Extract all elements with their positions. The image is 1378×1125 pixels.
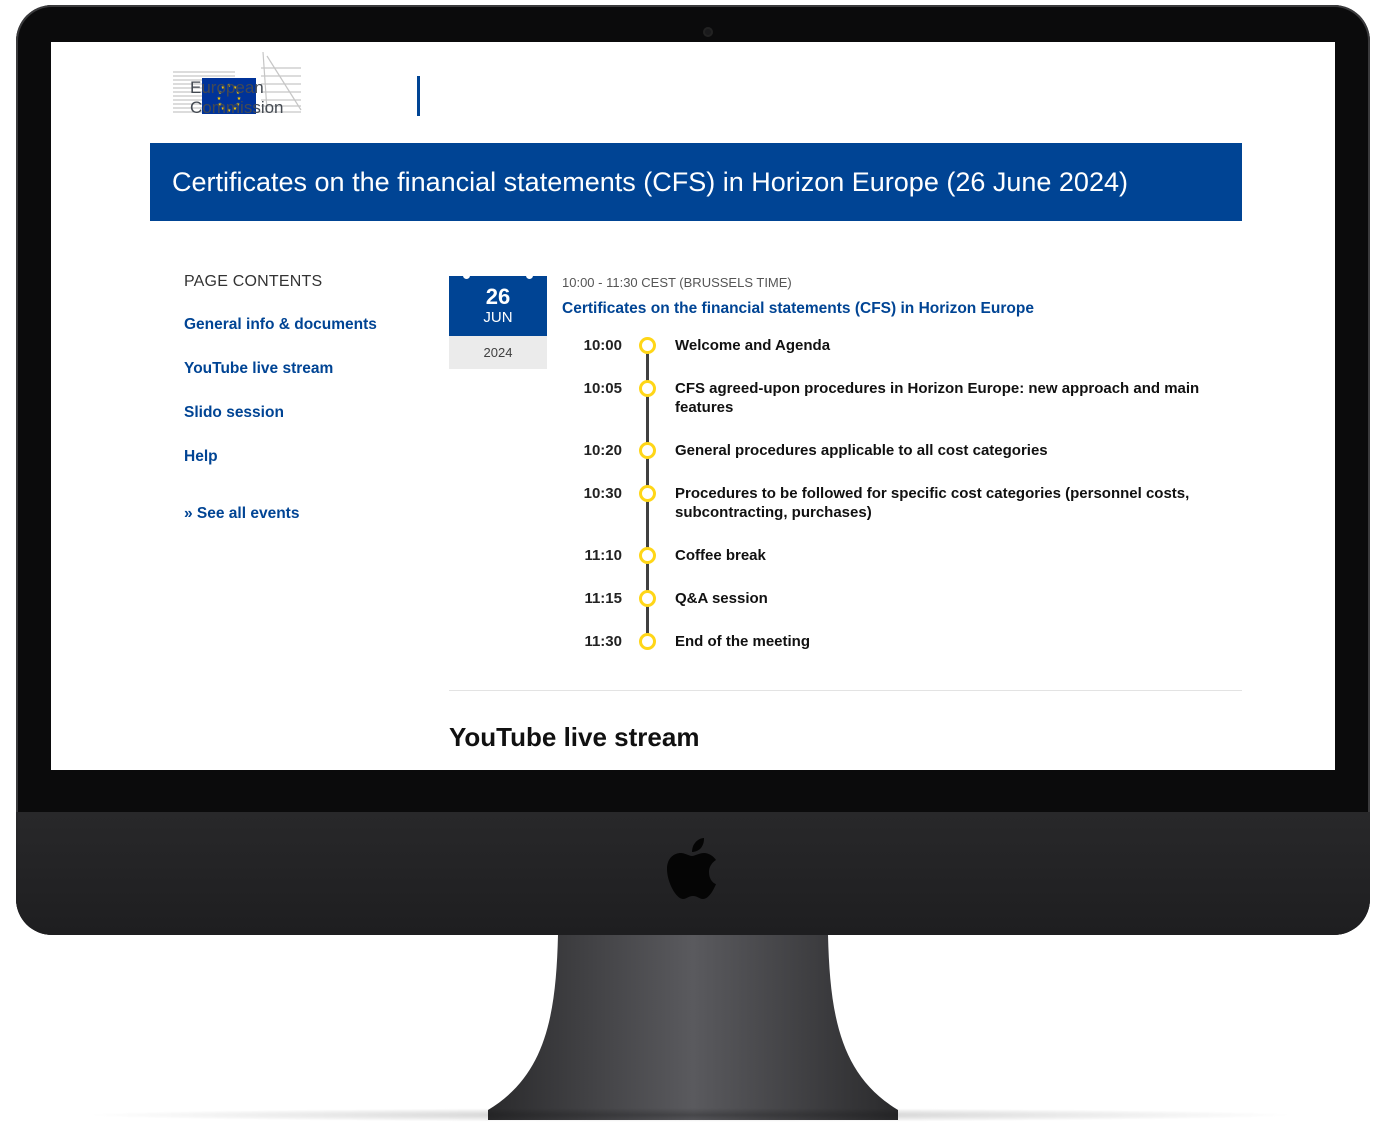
agenda-timeline: 10:00 Welcome and Agenda 10:05 CFS agree… (562, 336, 1242, 656)
agenda-label: Welcome and Agenda (675, 337, 831, 354)
date-month: JUN (483, 309, 513, 326)
agenda-item: 10:20 General procedures applicable to a… (562, 441, 1242, 484)
date-day: 26 (485, 284, 511, 309)
event-agenda: 10:00 - 11:30 CEST (BRUSSELS TIME) Certi… (562, 275, 1242, 656)
timeline-dot-icon (639, 337, 656, 354)
timeline-dot-icon (639, 590, 656, 607)
agenda-item: 11:10 Coffee break (562, 546, 1242, 589)
agenda-label: Procedures to be followed for specific c… (675, 485, 1190, 521)
timeline-dot-icon (639, 633, 656, 650)
agenda-label: General procedures applicable to all cos… (675, 442, 1048, 459)
agenda-time: 11:15 (584, 590, 622, 607)
agenda-label: CFS agreed-upon procedures in Horizon Eu… (675, 380, 1200, 416)
section-divider (449, 690, 1242, 691)
agenda-label: Q&A session (675, 590, 768, 607)
agenda-item: 10:00 Welcome and Agenda (562, 336, 1242, 379)
logo-wordmark: European Commission (190, 78, 284, 118)
agenda-item: 11:15 Q&A session (562, 589, 1242, 632)
timeline-dot-icon (639, 485, 656, 502)
event-time-range: 10:00 - 11:30 CEST (BRUSSELS TIME) (562, 275, 792, 290)
date-year: 2024 (449, 336, 547, 369)
youtube-section-heading: YouTube live stream (449, 722, 700, 752)
floor-shadow (80, 1108, 1300, 1122)
monitor-stand (488, 935, 898, 1120)
calendar-ring-icon (526, 272, 533, 279)
event-date-card: 26 JUN 2024 (449, 272, 547, 369)
agenda-time: 10:05 (583, 380, 622, 397)
browser-screen: ★ ★ ★ ★ ★ ★ ★ ★ ★ ★ ★ ★ European Commission Cert… (51, 42, 1335, 770)
page-contents-nav: PAGE CONTENTS General info & documents Y… (184, 273, 434, 549)
agenda-time: 10:30 (583, 485, 622, 502)
agenda-time: 10:20 (583, 442, 622, 459)
agenda-label: Coffee break (675, 547, 766, 564)
timeline-dot-icon (639, 547, 656, 564)
agenda-item: 11:30 End of the meeting (562, 632, 1242, 656)
agenda-item: 10:05 CFS agreed-upon procedures in Hori… (562, 379, 1242, 441)
date-card-top: 26 JUN (449, 272, 547, 336)
page-title-banner: Certificates on the financial statements… (150, 143, 1242, 221)
agenda-label: End of the meeting (675, 633, 810, 650)
timeline-dot-icon (639, 442, 656, 459)
nav-link-slido-session[interactable]: Slido session (184, 404, 434, 448)
apple-logo-icon (667, 838, 716, 899)
nav-link-youtube-live-stream[interactable]: YouTube live stream (184, 360, 434, 404)
timeline-dot-icon (639, 380, 656, 397)
page-contents-title: PAGE CONTENTS (184, 273, 323, 290)
see-all-events-link[interactable]: » See all events (184, 505, 434, 549)
logo-divider (417, 76, 420, 116)
page-title: Certificates on the financial statements… (172, 167, 1128, 197)
logo-line-1: European (190, 78, 264, 97)
nav-link-general-info[interactable]: General info & documents (184, 316, 434, 360)
agenda-time: 11:30 (584, 633, 622, 650)
agenda-time: 10:00 (583, 337, 622, 354)
calendar-ring-icon (463, 272, 470, 279)
webcam (703, 27, 713, 37)
nav-link-help[interactable]: Help (184, 448, 434, 492)
logo-line-2: Commission (190, 98, 284, 117)
agenda-item: 10:30 Procedures to be followed for spec… (562, 484, 1242, 546)
agenda-time: 11:10 (584, 547, 622, 564)
event-title: Certificates on the financial statements… (562, 300, 1034, 317)
